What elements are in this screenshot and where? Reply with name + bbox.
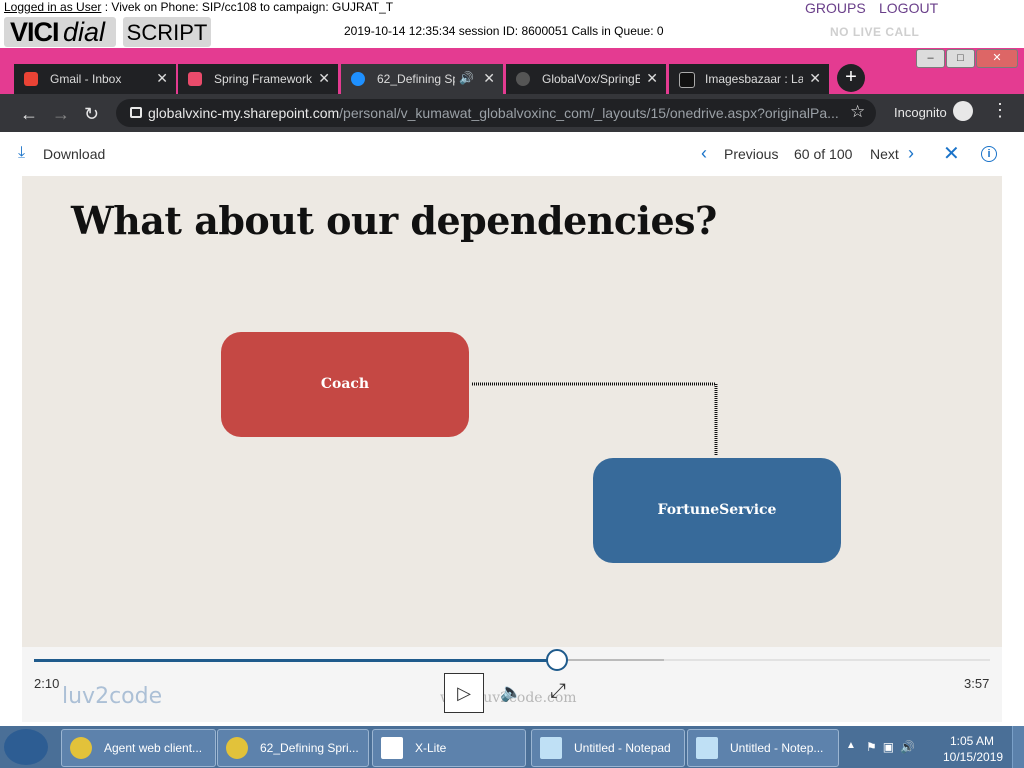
github-icon — [516, 72, 530, 86]
tab-close-icon[interactable]: ✕ — [646, 70, 658, 87]
lock-icon — [130, 107, 142, 118]
video-slide[interactable] — [22, 176, 1002, 647]
taskbar-item-notepad-1[interactable]: Untitled - Notepad — [531, 729, 685, 767]
taskbar-label: Untitled - Notep... — [730, 741, 824, 755]
tab-github[interactable]: GlobalVox/SpringB ✕ — [506, 64, 666, 94]
close-viewer-icon[interactable]: ✕ — [943, 141, 960, 166]
tab-label: Gmail - Inbox — [50, 72, 122, 86]
chrome-icon — [70, 737, 92, 759]
tab-gmail[interactable]: Gmail - Inbox ✕ — [14, 64, 176, 94]
spring-icon — [188, 72, 202, 86]
logout-link[interactable]: LOGOUT — [879, 0, 938, 16]
tab-close-icon[interactable]: ✕ — [156, 70, 168, 87]
audio-playing-icon: 🔊 — [459, 71, 474, 85]
coach-box: Coach — [221, 332, 469, 437]
download-button[interactable]: Download — [43, 146, 105, 162]
session-info: 2019-10-14 12:35:34 session ID: 8600051 … — [344, 24, 664, 38]
no-live-call-status: NO LIVE CALL — [830, 25, 920, 39]
url-text[interactable]: globalvxinc-my.sharepoint.com/personal/v… — [148, 105, 839, 121]
fullscreen-icon[interactable]: ⤢ — [550, 680, 566, 703]
slide-title: What about our dependencies? — [71, 198, 717, 243]
clock-time[interactable]: 1:05 AM — [950, 734, 994, 748]
onedrive-icon — [351, 72, 365, 86]
menu-kebab-icon[interactable]: ⋮ — [991, 101, 1009, 119]
taskbar-item-chrome-agent[interactable]: Agent web client... — [61, 729, 216, 767]
logged-in-details: : Vivek on Phone: SIP/cc108 to campaign:… — [101, 0, 394, 14]
next-button[interactable]: Next — [870, 146, 899, 162]
item-counter: 60 of 100 — [794, 146, 853, 162]
tray-icons[interactable]: ⚑▣🔊 — [866, 740, 921, 754]
tab-close-icon[interactable]: ✕ — [318, 70, 330, 87]
tab-close-icon[interactable]: ✕ — [809, 70, 821, 87]
tab-label: Imagesbazaar : Lar — [705, 72, 803, 86]
show-desktop-button[interactable] — [1012, 726, 1024, 768]
forward-icon[interactable]: → — [52, 104, 70, 125]
logo-dial-text: dial — [63, 17, 106, 47]
taskbar-item-notepad-2[interactable]: Untitled - Notep... — [687, 729, 839, 767]
seek-track-remaining[interactable] — [664, 659, 990, 661]
logo-vici-text: VICI — [10, 17, 60, 47]
current-time: 2:10 — [34, 676, 60, 691]
luv2code-logo: luv2code — [62, 684, 163, 709]
script-tab[interactable]: SCRIPT — [123, 17, 211, 47]
taskbar-label: X-Lite — [415, 741, 447, 755]
previous-button[interactable]: Previous — [724, 146, 778, 162]
chrome-icon — [226, 737, 248, 759]
url-host: globalvxinc-my.sharepoint.com — [148, 105, 340, 121]
incognito-label: Incognito — [894, 105, 947, 120]
vicidial-logo: VICI dial — [4, 17, 116, 47]
clock-date[interactable]: 10/15/2019 — [943, 750, 1003, 764]
reload-icon[interactable]: ↻ — [84, 104, 99, 125]
taskbar-label: Untitled - Notepad — [574, 741, 671, 755]
imagesbazaar-icon — [679, 72, 695, 88]
taskbar-label: Agent web client... — [104, 741, 203, 755]
tray-expand-icon[interactable]: ▲ — [846, 740, 856, 751]
download-icon[interactable]: ⤓ — [18, 144, 25, 162]
tab-onedrive[interactable]: 62_Defining Sp 🔊 ✕ — [341, 64, 503, 94]
play-button[interactable]: ▷ — [444, 673, 484, 713]
info-icon[interactable]: i — [981, 146, 997, 162]
seek-progress — [34, 659, 557, 662]
tab-spring[interactable]: Spring Framework ✕ — [178, 64, 338, 94]
tab-strip: Gmail - Inbox ✕ Spring Framework ✕ 62_De… — [0, 62, 1024, 94]
chevron-right-icon[interactable]: › — [908, 143, 914, 164]
logged-in-status: Logged in as User : Vivek on Phone: SIP/… — [4, 0, 393, 14]
tab-label: 62_Defining Sp — [377, 72, 455, 86]
tab-label: GlobalVox/SpringB — [542, 72, 640, 86]
taskbar-label: 62_Defining Spri... — [260, 741, 359, 755]
taskbar-item-chrome-video[interactable]: 62_Defining Spri... — [217, 729, 369, 767]
total-time: 3:57 — [964, 676, 990, 691]
tab-close-icon[interactable]: ✕ — [483, 70, 495, 87]
back-icon[interactable]: ← — [20, 104, 38, 125]
bookmark-star-icon[interactable]: ☆ — [850, 102, 865, 122]
incognito-icon[interactable] — [953, 101, 973, 121]
chevron-left-icon[interactable]: ‹ — [701, 143, 707, 164]
tab-imagesbazaar[interactable]: Imagesbazaar : Lar ✕ — [669, 64, 829, 94]
tab-label: Spring Framework — [214, 72, 312, 86]
logged-in-link[interactable]: Logged in as User — [4, 0, 101, 14]
groups-link[interactable]: GROUPS — [805, 0, 866, 16]
start-button[interactable] — [4, 729, 48, 765]
fortune-service-box: FortuneService — [593, 458, 841, 563]
seek-thumb[interactable] — [545, 649, 568, 671]
new-tab-button[interactable]: + — [837, 64, 865, 92]
xlite-icon — [381, 737, 403, 759]
notepad-icon — [540, 737, 562, 759]
gmail-icon — [24, 72, 38, 86]
notepad-icon — [696, 737, 718, 759]
volume-icon[interactable]: 🔈 — [500, 682, 522, 703]
url-path: /personal/v_kumawat_globalvoxinc_com/_la… — [339, 105, 839, 121]
taskbar-item-xlite[interactable]: X-Lite — [372, 729, 526, 767]
